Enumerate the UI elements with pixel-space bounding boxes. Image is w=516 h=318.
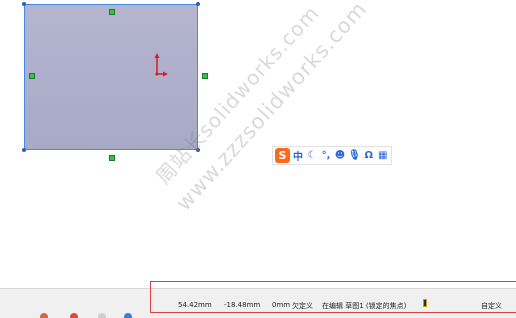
chinese-mode-icon[interactable]: 中 xyxy=(292,148,304,163)
ime-toolbar[interactable]: S 中 ☾ °, ☻ 🎙 Ω ▦ xyxy=(272,146,392,165)
vertical-relation-handle-right[interactable] xyxy=(202,73,208,79)
omega-icon[interactable]: Ω xyxy=(363,148,375,163)
sketch-rectangle[interactable] xyxy=(22,2,208,161)
vertical-relation-handle-left[interactable] xyxy=(29,73,35,79)
taskbar-icon-3[interactable] xyxy=(98,313,106,318)
punctuation-icon[interactable]: °, xyxy=(320,148,332,163)
watermark-line-2: www.zzzsolidworks.com xyxy=(171,0,372,216)
grid-icon[interactable]: ▦ xyxy=(377,148,389,163)
emoji-icon[interactable]: ☻ xyxy=(334,148,346,163)
corner-point-bottom-left[interactable] xyxy=(22,148,26,152)
moon-icon[interactable]: ☾ xyxy=(306,148,318,163)
taskbar-icon-4[interactable] xyxy=(124,313,132,318)
horizontal-relation-handle-top[interactable] xyxy=(109,9,115,15)
taskbar-icon-2[interactable] xyxy=(70,313,78,318)
corner-point-top-left[interactable] xyxy=(22,2,26,6)
status-highlight-box xyxy=(150,281,516,313)
microphone-icon[interactable]: 🎙 xyxy=(348,148,361,163)
taskbar-icon-1[interactable] xyxy=(40,313,48,318)
corner-point-top-right[interactable] xyxy=(196,2,200,6)
graphics-area[interactable]: S 中 ☾ °, ☻ 🎙 Ω ▦ 周站长solidworks.com www.z… xyxy=(0,0,516,288)
sketch-origin-icon xyxy=(154,53,168,77)
horizontal-relation-handle-bottom[interactable] xyxy=(109,155,115,161)
sogou-logo-icon[interactable]: S xyxy=(275,148,290,163)
